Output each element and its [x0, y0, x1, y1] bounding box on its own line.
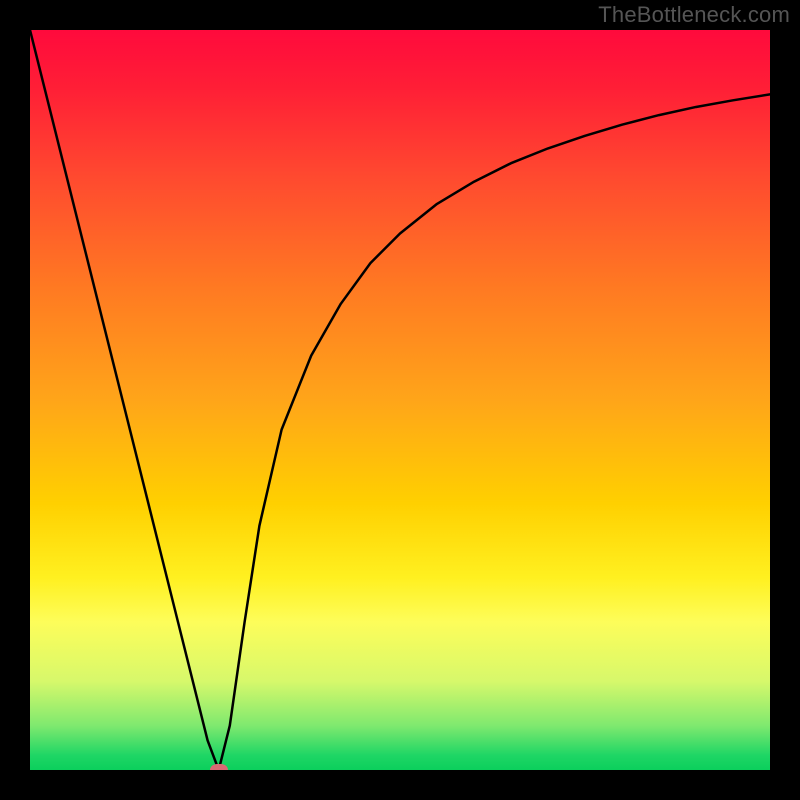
bottleneck-curve: [30, 30, 770, 770]
watermark-text: TheBottleneck.com: [598, 2, 790, 28]
chart-frame: TheBottleneck.com: [0, 0, 800, 800]
plot-area: [30, 30, 770, 770]
minimum-marker: [210, 764, 228, 770]
